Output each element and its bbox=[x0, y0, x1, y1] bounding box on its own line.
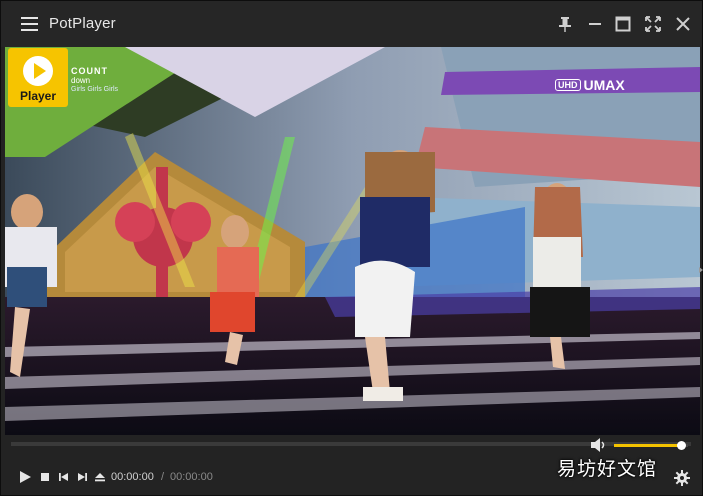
pin-icon[interactable] bbox=[555, 14, 575, 34]
title-bar[interactable]: PotPlayer bbox=[1, 1, 702, 47]
seek-bar[interactable] bbox=[11, 442, 691, 446]
volume-slider[interactable] bbox=[614, 441, 688, 450]
channel-logo: COUNT down Girls Girls Girls bbox=[71, 67, 135, 107]
volume-fill bbox=[614, 444, 681, 447]
next-icon[interactable] bbox=[74, 469, 90, 485]
time-separator: / bbox=[161, 471, 165, 483]
watermark-text: 易坊好文馆 bbox=[557, 458, 658, 480]
channel-logo-line3: Girls Girls Girls bbox=[71, 86, 119, 93]
player-badge-label: Player bbox=[19, 89, 57, 103]
side-panel-chevron-icon[interactable] bbox=[699, 267, 703, 273]
volume-knob[interactable] bbox=[676, 441, 686, 450]
channel-logo-line2: down bbox=[71, 76, 91, 85]
player-logo-badge[interactable]: Player bbox=[8, 48, 68, 107]
uhd-label: UHD bbox=[555, 79, 581, 91]
maximize-icon[interactable] bbox=[613, 14, 633, 34]
eject-icon[interactable] bbox=[92, 469, 108, 485]
previous-icon[interactable] bbox=[56, 469, 72, 485]
fullscreen-icon[interactable] bbox=[643, 14, 663, 34]
umax-label: UMAX bbox=[583, 77, 625, 93]
close-icon[interactable] bbox=[673, 14, 693, 34]
play-icon[interactable] bbox=[17, 469, 33, 485]
volume-icon[interactable] bbox=[590, 437, 608, 453]
current-time: 00:00:00 bbox=[111, 471, 154, 483]
settings-gear-icon[interactable] bbox=[673, 469, 691, 487]
potplayer-window: PotPlayer Player COUNT down Girls Girls … bbox=[0, 0, 703, 496]
app-title: PotPlayer bbox=[49, 15, 116, 32]
channel-logo-line1: COUNT bbox=[71, 66, 108, 76]
menu-icon[interactable] bbox=[21, 17, 38, 31]
video-frame[interactable]: Player COUNT down Girls Girls Girls UHD U… bbox=[5, 47, 700, 435]
duration-time: 00:00:00 bbox=[170, 471, 213, 483]
stop-icon[interactable] bbox=[37, 469, 53, 485]
play-circle-icon bbox=[23, 56, 53, 86]
minimize-icon[interactable] bbox=[585, 14, 605, 34]
broadcaster-logo: UHD UMAX bbox=[555, 77, 625, 93]
